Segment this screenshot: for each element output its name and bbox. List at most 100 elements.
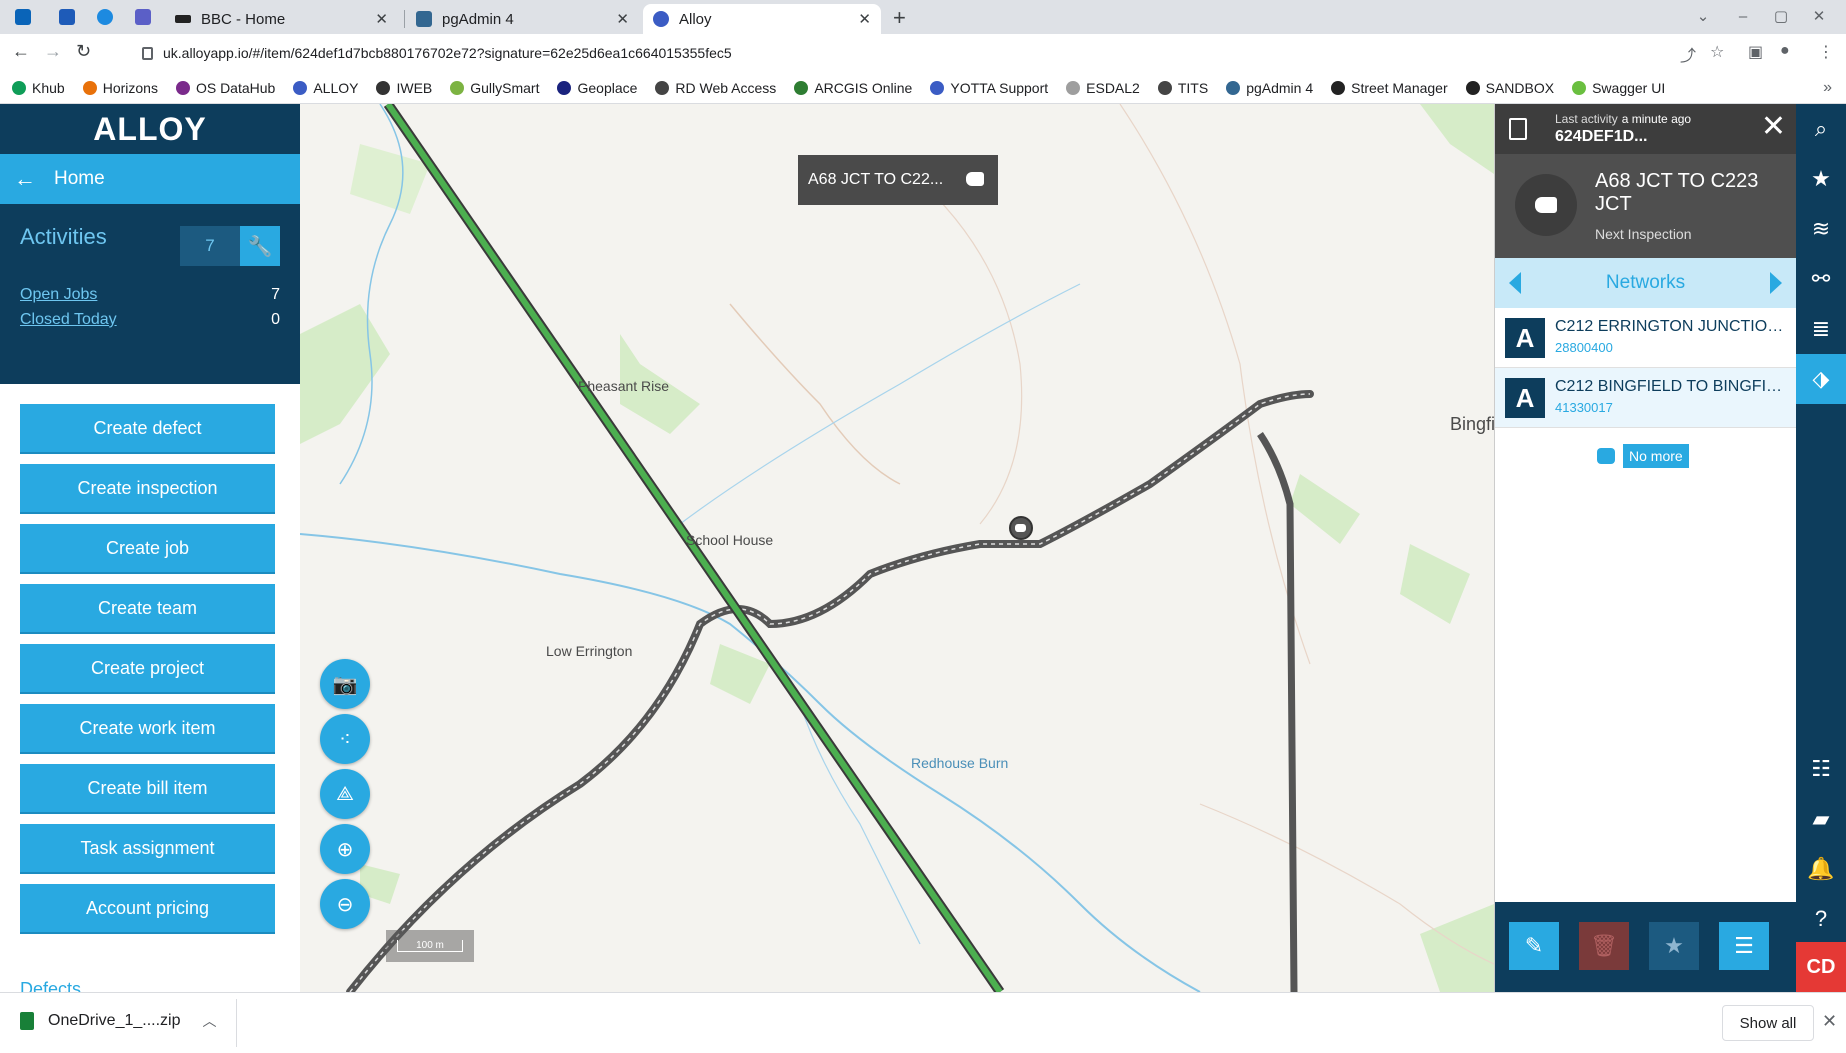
- close-panel-icon[interactable]: ✕: [1761, 112, 1786, 142]
- tab-search-icon[interactable]: ⌄: [1692, 6, 1714, 28]
- list-icon[interactable]: ☷: [1796, 744, 1846, 794]
- map-tooltip[interactable]: A68 JCT TO C22...: [798, 155, 998, 205]
- bookmark-horizons[interactable]: Horizons: [82, 80, 158, 96]
- search-icon[interactable]: ⌕: [1796, 104, 1846, 154]
- pinned-tab-outlook[interactable]: [8, 6, 38, 28]
- bookmark-esdal2[interactable]: ESDAL2: [1066, 80, 1140, 96]
- more-menu-button[interactable]: ☰: [1719, 922, 1769, 970]
- bookmark-street-manager[interactable]: Street Manager: [1331, 80, 1448, 96]
- download-item[interactable]: OneDrive_1_....zip ︿: [20, 1011, 217, 1031]
- show-all-button[interactable]: Show all: [1722, 1005, 1814, 1041]
- account-pricing-button[interactable]: Account pricing: [20, 884, 275, 934]
- camera-button[interactable]: 📷: [320, 659, 370, 709]
- road-icon: A: [1505, 318, 1545, 358]
- next-section-icon[interactable]: [1770, 272, 1782, 294]
- create-project-button[interactable]: Create project: [20, 644, 275, 694]
- restore-button[interactable]: ▢: [1770, 6, 1792, 28]
- map-view[interactable]: Pheasant Rise School House Low Errington…: [300, 104, 1494, 992]
- clipboard-icon[interactable]: [1509, 118, 1527, 140]
- bookmark-icon: [1331, 80, 1346, 95]
- close-icon[interactable]: ✕: [375, 10, 388, 28]
- create-bill-item-button[interactable]: Create bill item: [20, 764, 275, 814]
- tab-pgadmin[interactable]: pgAdmin 4 ✕: [406, 4, 639, 34]
- close-icon[interactable]: ✕: [858, 10, 871, 28]
- back-button[interactable]: ←: [12, 41, 30, 62]
- network-list-item[interactable]: A C212 ERRINGTON JUNCTION TO SCHOOL HOUS…: [1495, 308, 1796, 368]
- tab-alloy[interactable]: Alloy ✕: [643, 4, 881, 34]
- zoom-in-button[interactable]: ⊕: [320, 824, 370, 874]
- delete-button[interactable]: 🗑: [1579, 922, 1629, 970]
- scale-label: 100 m: [397, 940, 463, 952]
- road-c212[interactable]: [346, 390, 1314, 992]
- layers-icon[interactable]: ≋: [1796, 204, 1846, 254]
- pinned-tab-onedrive[interactable]: [90, 6, 120, 28]
- defects-section-header[interactable]: Defects: [20, 979, 81, 992]
- edit-button[interactable]: ✎: [1509, 922, 1559, 970]
- bookmarks-more-icon[interactable]: »: [1823, 79, 1832, 97]
- folder-icon[interactable]: ▰: [1796, 794, 1846, 844]
- bookmark-geoplace[interactable]: Geoplace: [557, 80, 637, 96]
- window-close-button[interactable]: ✕: [1808, 6, 1830, 28]
- close-icon[interactable]: ✕: [1822, 1011, 1837, 1032]
- address-bar[interactable]: uk.alloyapp.io/#/item/624def1d7bcb880176…: [128, 38, 1668, 68]
- home-nav[interactable]: ← Home: [0, 154, 300, 204]
- network-list-item[interactable]: A C212 BINGFIELD TO BINGFIELD EAST QUART…: [1495, 368, 1796, 428]
- draw-polygon-button[interactable]: ⟁: [320, 769, 370, 819]
- profile-icon[interactable]: ●: [1780, 42, 1790, 60]
- close-icon[interactable]: ✕: [616, 10, 629, 28]
- bookmark-sandbox[interactable]: SANDBOX: [1465, 80, 1554, 96]
- section-nav: Networks: [1495, 258, 1796, 308]
- bookmark-arcgis-online[interactable]: ARCGIS Online: [794, 80, 912, 96]
- new-tab-button[interactable]: +: [893, 5, 906, 31]
- bookmark-tits[interactable]: TITS: [1157, 80, 1208, 96]
- bookmark-star-icon[interactable]: ☆: [1710, 42, 1724, 62]
- open-jobs-link[interactable]: Open Jobs: [20, 286, 97, 304]
- task-assignment-button[interactable]: Task assignment: [20, 824, 275, 874]
- create-job-button[interactable]: Create job: [20, 524, 275, 574]
- bookmark-os-datahub[interactable]: OS DataHub: [175, 80, 275, 96]
- minimize-button[interactable]: –: [1732, 6, 1754, 28]
- network-item-title: C212 BINGFIELD TO BINGFIELD EAST QUARTER: [1555, 378, 1787, 395]
- pinned-tab-teams[interactable]: [128, 6, 158, 28]
- pencil-icon: ✎: [1524, 933, 1544, 958]
- bookmark-khub[interactable]: Khub: [12, 80, 65, 96]
- pinned-tab-docs[interactable]: [52, 6, 82, 28]
- bookmark-swagger-ui[interactable]: Swagger UI: [1572, 80, 1665, 96]
- create-defect-button[interactable]: Create defect: [20, 404, 275, 454]
- help-icon[interactable]: ?: [1796, 894, 1846, 944]
- previous-section-icon[interactable]: [1509, 272, 1521, 294]
- bookmark-rd-web-access[interactable]: RD Web Access: [655, 80, 776, 96]
- bookmark-gullysmart[interactable]: GullySmart: [450, 80, 539, 96]
- cluster-button[interactable]: ⁖: [320, 714, 370, 764]
- bookmark-iweb[interactable]: IWEB: [376, 80, 432, 96]
- tooltip-text: A68 JCT TO C22...: [808, 171, 944, 188]
- chevron-up-icon[interactable]: ︿: [203, 1011, 217, 1031]
- reload-button[interactable]: ↻: [76, 41, 91, 62]
- favourites-star-icon[interactable]: ★: [1796, 154, 1846, 204]
- workflow-icon[interactable]: ⚯: [1796, 254, 1846, 304]
- bookmark-icon: [1066, 80, 1081, 95]
- bell-icon[interactable]: 🔔: [1796, 844, 1846, 894]
- side-panel-icon[interactable]: ▣: [1748, 42, 1763, 62]
- road-bingfield[interactable]: [1257, 432, 1298, 992]
- create-inspection-button[interactable]: Create inspection: [20, 464, 275, 514]
- bookmark-alloy[interactable]: ALLOY: [293, 80, 358, 96]
- stack-icon[interactable]: ≣: [1796, 304, 1846, 354]
- create-work-item-button[interactable]: Create work item: [20, 704, 275, 754]
- trash-icon: 🗑: [1590, 933, 1618, 958]
- bookmark-yotta-support[interactable]: YOTTA Support: [930, 80, 1048, 96]
- wrench-icon[interactable]: 🔧: [240, 226, 280, 266]
- menu-icon[interactable]: ⋮: [1818, 42, 1834, 62]
- share-icon[interactable]: ⤴: [1680, 42, 1696, 66]
- bookmark-icon: [450, 80, 465, 95]
- zoom-out-button[interactable]: ⊖: [320, 879, 370, 929]
- favourite-button[interactable]: ★: [1649, 922, 1699, 970]
- alloy-logo[interactable]: ALLOY: [0, 104, 300, 154]
- bookmark-pgadmin[interactable]: pgAdmin 4: [1226, 80, 1313, 96]
- user-avatar[interactable]: CD: [1796, 942, 1846, 992]
- create-team-button[interactable]: Create team: [20, 584, 275, 634]
- forward-button[interactable]: →: [44, 41, 62, 62]
- tab-bbc[interactable]: BBC - Home ✕: [165, 4, 398, 34]
- tag-icon[interactable]: ⬗: [1796, 354, 1846, 404]
- closed-today-link[interactable]: Closed Today: [20, 311, 117, 329]
